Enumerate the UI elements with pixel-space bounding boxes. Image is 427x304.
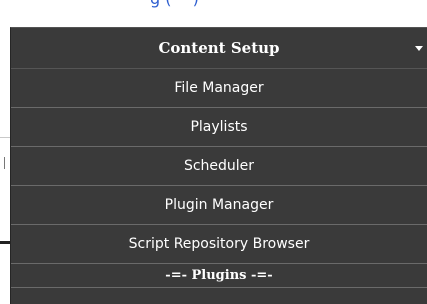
- menu-item-script-repository-browser[interactable]: Script Repository Browser: [11, 225, 427, 264]
- menu-item-label: Playlists: [190, 119, 248, 135]
- menu-item-label: Script Repository Browser: [128, 236, 310, 252]
- menu-item-label: File Manager: [174, 80, 264, 96]
- content-setup-dropdown: Content Setup File Manager Playlists Sch…: [10, 27, 427, 304]
- menu-item-scheduler[interactable]: Scheduler: [11, 147, 427, 186]
- plugins-section-label: -=- Plugins -=-: [165, 268, 273, 283]
- menu-item-label: Scheduler: [183, 158, 255, 174]
- caret-down-icon[interactable]: [415, 46, 423, 51]
- background-rule: [0, 241, 10, 244]
- background-text-fragment: [4, 157, 9, 169]
- background-page-link[interactable]: g (— ): [150, 0, 427, 12]
- background-divider: [0, 137, 10, 138]
- menu-item-plugin-manager[interactable]: Plugin Manager: [11, 186, 427, 225]
- plugins-section-header: -=- Plugins -=-: [11, 264, 427, 288]
- content-setup-menu-header[interactable]: Content Setup: [11, 28, 427, 69]
- content-setup-title: Content Setup: [158, 39, 280, 57]
- menu-item-file-manager[interactable]: File Manager: [11, 69, 427, 108]
- menu-item-label: Plugin Manager: [164, 197, 274, 213]
- menu-item-playlists[interactable]: Playlists: [11, 108, 427, 147]
